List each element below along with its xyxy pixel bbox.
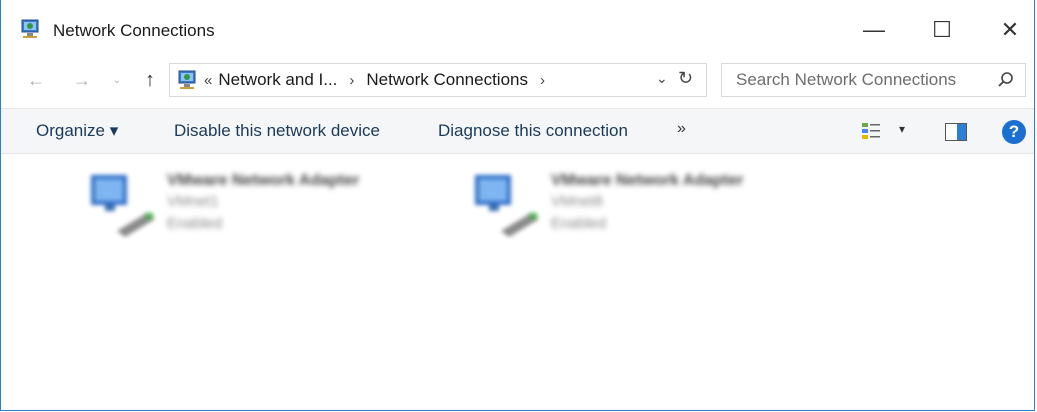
preview-pane-icon[interactable]	[945, 123, 967, 141]
search-icon[interactable]	[997, 71, 1015, 89]
help-icon[interactable]: ?	[1002, 120, 1026, 144]
close-button[interactable]: ✕	[987, 12, 1033, 48]
refresh-icon[interactable]: ↻	[678, 68, 693, 89]
breadcrumb-separator[interactable]: ›	[540, 72, 545, 89]
address-row: ← → ⌄ ↑ « Network and I... › Network Con…	[1, 60, 1034, 100]
view-dropdown-icon[interactable]: ▾	[899, 122, 905, 136]
disable-device-button[interactable]: Disable this network device	[174, 121, 380, 141]
maximize-button[interactable]: ☐	[919, 12, 965, 48]
address-dropdown-icon[interactable]: ⌄	[656, 70, 668, 87]
list-item[interactable]: VMware Network Adapter VMnet1 Enabled	[87, 169, 427, 249]
adapter-name: VMware Network Adapter	[551, 172, 744, 189]
network-connections-window: Network Connections — ☐ ✕ ← → ⌄ ↑ « Netw…	[0, 0, 1035, 411]
more-commands-button[interactable]: »	[677, 120, 686, 138]
breadcrumb-network-connections[interactable]: Network Connections	[366, 70, 528, 90]
back-button[interactable]: ←	[23, 64, 49, 96]
breadcrumb-network-and-internet[interactable]: Network and I...	[218, 70, 337, 90]
address-bar[interactable]: « Network and I... › Network Connections…	[169, 63, 707, 97]
connections-list: VMware Network Adapter VMnet1 Enabled VM…	[1, 155, 1034, 410]
diagnose-connection-button[interactable]: Diagnose this connection	[438, 121, 628, 141]
adapter-text: VMware Network Adapter VMnet8 Enabled	[551, 171, 743, 235]
network-adapter-icon	[91, 175, 155, 237]
network-adapter-icon	[475, 175, 539, 237]
command-bar: Organize ▾ Disable this network device D…	[1, 108, 1034, 154]
adapter-id: VMnet1	[167, 193, 219, 210]
search-input[interactable]	[734, 69, 978, 91]
breadcrumb-overflow[interactable]: «	[204, 72, 212, 89]
window-title: Network Connections	[53, 21, 215, 40]
adapter-status: Enabled	[167, 215, 223, 232]
adapter-name: VMware Network Adapter	[167, 172, 360, 189]
minimize-button[interactable]: —	[851, 12, 897, 48]
title-bar[interactable]: Network Connections — ☐ ✕	[1, 0, 1034, 58]
network-connections-icon	[178, 70, 196, 89]
list-item[interactable]: VMware Network Adapter VMnet8 Enabled	[471, 169, 811, 249]
up-button[interactable]: ↑	[137, 64, 163, 96]
forward-button[interactable]: →	[69, 64, 95, 96]
search-box[interactable]	[721, 63, 1026, 97]
network-connections-icon	[21, 19, 39, 38]
organize-menu[interactable]: Organize ▾	[36, 121, 118, 141]
adapter-text: VMware Network Adapter VMnet1 Enabled	[167, 171, 359, 235]
change-view-icon[interactable]	[861, 121, 881, 141]
recent-locations-button[interactable]: ⌄	[109, 64, 125, 96]
adapter-status: Enabled	[551, 215, 607, 232]
adapter-id: VMnet8	[551, 193, 603, 210]
breadcrumb-separator[interactable]: ›	[349, 72, 354, 89]
